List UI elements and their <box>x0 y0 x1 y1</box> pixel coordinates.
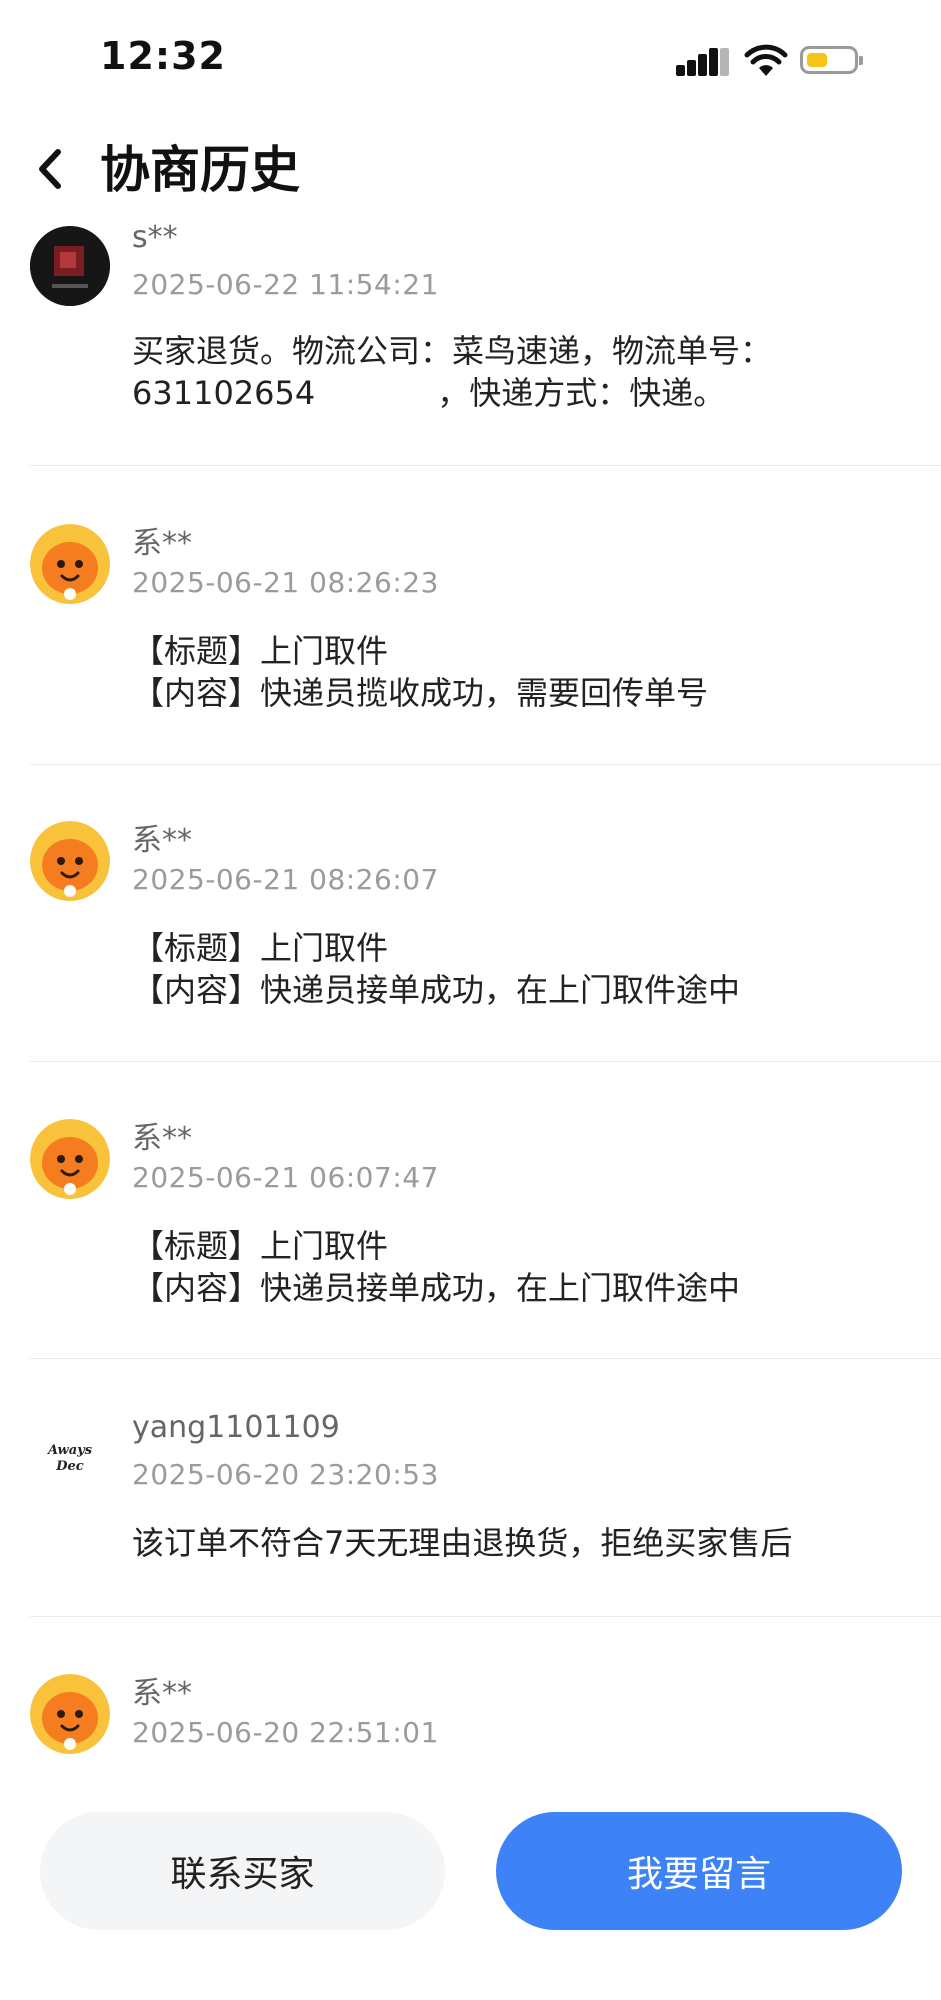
status-time: 12:32 <box>100 34 226 78</box>
mascot-icon <box>30 821 110 901</box>
avatar <box>30 821 110 901</box>
content-line: 【内容】快递员揽收成功，需要回传单号 <box>132 674 709 712</box>
entry-timestamp: 2025-06-21 08:26:23 <box>132 566 439 599</box>
divider <box>30 1061 941 1062</box>
divider <box>30 764 941 765</box>
sender-name: yang1101109 <box>132 1410 340 1445</box>
entry-content: 【标题】上门取件 【内容】快递员揽收成功，需要回传单号 <box>132 630 708 714</box>
entry-content: 买家退货。物流公司：菜鸟速递，物流单号： 631102654 ，快递方式：快递。 <box>132 330 772 414</box>
status-bar: 12:32 <box>0 0 941 110</box>
leave-message-button[interactable]: 我要留言 <box>496 1812 902 1930</box>
entry-timestamp: 2025-06-20 23:20:53 <box>132 1458 439 1491</box>
header: 协商历史 <box>0 120 941 220</box>
battery-fill <box>807 53 827 67</box>
wifi-icon <box>744 44 788 76</box>
sender-name: 系** <box>132 526 192 561</box>
mascot-icon <box>30 524 110 604</box>
content-line: 【标题】上门取件 <box>132 632 389 670</box>
entry-content: 【标题】上门取件 【内容】快递员接单成功，在上门取件途中 <box>132 1225 740 1309</box>
page-title: 协商历史 <box>100 141 300 199</box>
content-line: 【标题】上门取件 <box>132 1227 389 1265</box>
sender-name: s** <box>132 220 178 255</box>
content-line: 该订单不符合7天无理由退换货，拒绝买家售后 <box>132 1524 793 1562</box>
content-line: 买家退货。物流公司：菜鸟速递，物流单号： <box>132 332 773 370</box>
handwritten-avatar-icon: Aways Dec <box>30 1420 110 1500</box>
avatar <box>30 1674 110 1754</box>
mascot-icon <box>30 1674 110 1754</box>
avatar-photo-icon <box>30 226 110 306</box>
sender-name: 系** <box>132 823 192 858</box>
avatar: Aways Dec <box>30 1420 110 1500</box>
avatar <box>30 1119 110 1199</box>
content-line: 【内容】快递员接单成功，在上门取件途中 <box>132 971 741 1009</box>
mascot-icon <box>30 1119 110 1199</box>
entry-timestamp: 2025-06-20 22:51:01 <box>132 1716 439 1749</box>
divider <box>30 1358 941 1359</box>
entry-timestamp: 2025-06-21 08:26:07 <box>132 863 439 896</box>
content-line: 【内容】快递员接单成功，在上门取件途中 <box>132 1269 741 1307</box>
content-line: 631102654 ，快递方式：快递。 <box>132 374 726 412</box>
avatar <box>30 524 110 604</box>
contact-buyer-button[interactable]: 联系买家 <box>40 1812 445 1930</box>
entry-timestamp: 2025-06-22 11:54:21 <box>132 268 439 301</box>
avatar <box>30 226 110 306</box>
svg-text:Aways: Aways <box>46 1443 93 1458</box>
signal-icon <box>676 46 729 76</box>
sender-name: 系** <box>132 1676 192 1711</box>
entry-content: 【标题】上门取件 【内容】快递员接单成功，在上门取件途中 <box>132 927 740 1011</box>
content-line: 【标题】上门取件 <box>132 929 389 967</box>
entry-content: 该订单不符合7天无理由退换货，拒绝买家售后 <box>132 1522 792 1564</box>
sender-name: 系** <box>132 1121 192 1156</box>
entry-timestamp: 2025-06-21 06:07:47 <box>132 1161 439 1194</box>
divider <box>30 1616 941 1617</box>
battery-icon <box>800 46 863 74</box>
svg-text:Dec: Dec <box>55 1459 84 1474</box>
divider <box>30 465 941 466</box>
back-icon[interactable] <box>30 144 70 194</box>
